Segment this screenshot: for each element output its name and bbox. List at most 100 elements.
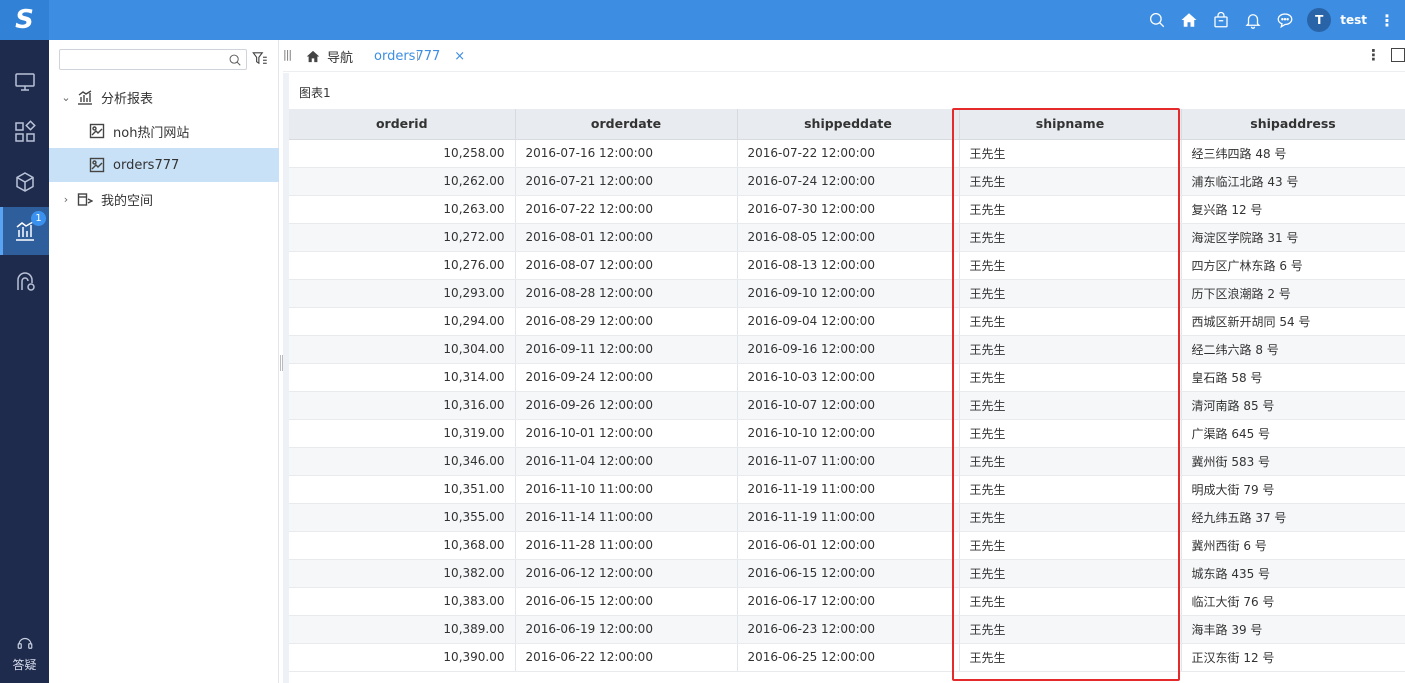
data-table: orderid orderdate shippeddate shipname s… bbox=[289, 109, 1405, 672]
tree-node-my-space[interactable]: › 我的空间 bbox=[49, 182, 279, 216]
chat-icon[interactable] bbox=[1269, 0, 1301, 40]
data-table-wrap: orderid orderdate shippeddate shipname s… bbox=[289, 109, 1405, 683]
tab-home[interactable]: 导航 bbox=[305, 40, 353, 72]
tree-node-orders777[interactable]: orders777 bbox=[49, 148, 279, 182]
table-cell-shipname: 王先生 bbox=[959, 559, 1182, 588]
chevron-down-icon[interactable]: ⌄ bbox=[59, 91, 73, 104]
tab-bar: ||| 导航 orders777 × ⋮ bbox=[283, 40, 1405, 72]
apps-icon[interactable] bbox=[0, 108, 49, 156]
tree-search-input[interactable] bbox=[64, 52, 224, 68]
table-cell-shipname: 王先生 bbox=[959, 447, 1182, 476]
menu-toggle-icon[interactable]: ||| bbox=[283, 48, 293, 64]
table-cell-shipaddress: 广渠路 645 号 bbox=[1181, 419, 1405, 448]
table-cell-shippeddate: 2016-09-16 12:00:00 bbox=[737, 335, 960, 364]
table-row[interactable]: 10,368.00 2016-11-28 11:00:00 2016-06-01 1… bbox=[289, 531, 1405, 560]
table-cell-shipname: 王先生 bbox=[959, 195, 1182, 224]
notification-badge: 1 bbox=[31, 211, 46, 226]
table-cell-orderdate: 2016-07-22 12:00:00 bbox=[515, 195, 738, 224]
table-cell-orderid: 10,355.00 bbox=[289, 503, 516, 532]
table-cell-shippeddate: 2016-08-13 12:00:00 bbox=[737, 251, 960, 280]
table-row[interactable]: 10,304.00 2016-09-11 12:00:00 2016-09-16 1… bbox=[289, 335, 1405, 364]
table-row[interactable]: 10,316.00 2016-09-26 12:00:00 2016-10-07 1… bbox=[289, 391, 1405, 420]
table-row[interactable]: 10,382.00 2016-06-12 12:00:00 2016-06-15 1… bbox=[289, 559, 1405, 588]
analysis-icon[interactable]: 1 bbox=[0, 207, 49, 255]
table-row[interactable]: 10,262.00 2016-07-21 12:00:00 2016-07-24 1… bbox=[289, 167, 1405, 196]
table-row[interactable]: 10,314.00 2016-09-24 12:00:00 2016-10-03 1… bbox=[289, 363, 1405, 392]
table-cell-orderid: 10,293.00 bbox=[289, 279, 516, 308]
search-icon[interactable] bbox=[228, 53, 242, 67]
column-header[interactable]: orderid bbox=[289, 109, 516, 140]
bag-icon[interactable] bbox=[1205, 0, 1237, 40]
resource-sidebar: ⌄ 分析报表 noh热门网站 orders777 › 我的空间 bbox=[49, 40, 279, 683]
tab-home-label: 导航 bbox=[327, 50, 354, 66]
search-icon[interactable] bbox=[1141, 0, 1173, 40]
tree-node-label: 我的空间 bbox=[101, 193, 154, 209]
more-vertical-icon[interactable]: ⋮ bbox=[1379, 0, 1395, 40]
table-cell-orderid: 10,262.00 bbox=[289, 167, 516, 196]
table-row[interactable]: 10,263.00 2016-07-22 12:00:00 2016-07-30 1… bbox=[289, 195, 1405, 224]
table-cell-shipname: 王先生 bbox=[959, 251, 1182, 280]
table-cell-orderid: 10,276.00 bbox=[289, 251, 516, 280]
table-row[interactable]: 10,272.00 2016-08-01 12:00:00 2016-08-05 1… bbox=[289, 223, 1405, 252]
column-header[interactable]: orderdate bbox=[515, 109, 738, 140]
app-logo[interactable]: S bbox=[0, 0, 49, 40]
table-cell-shippeddate: 2016-06-15 12:00:00 bbox=[737, 559, 960, 588]
table-row[interactable]: 10,346.00 2016-11-04 12:00:00 2016-11-07 1… bbox=[289, 447, 1405, 476]
table-row[interactable]: 10,319.00 2016-10-01 12:00:00 2016-10-10 1… bbox=[289, 419, 1405, 448]
username[interactable]: test bbox=[1340, 13, 1367, 27]
table-cell-shippeddate: 2016-06-17 12:00:00 bbox=[737, 587, 960, 616]
table-row[interactable]: 10,383.00 2016-06-15 12:00:00 2016-06-17 1… bbox=[289, 587, 1405, 616]
tree-node-label: orders777 bbox=[113, 157, 180, 173]
column-header[interactable]: shipaddress bbox=[1181, 109, 1405, 140]
table-cell-orderdate: 2016-08-07 12:00:00 bbox=[515, 251, 738, 280]
table-cell-shippeddate: 2016-11-19 11:00:00 bbox=[737, 475, 960, 504]
table-cell-shipname: 王先生 bbox=[959, 223, 1182, 252]
headset-icon bbox=[17, 637, 32, 649]
table-row[interactable]: 10,294.00 2016-08-29 12:00:00 2016-09-04 1… bbox=[289, 307, 1405, 336]
table-cell-orderid: 10,368.00 bbox=[289, 531, 516, 560]
table-row[interactable]: 10,258.00 2016-07-16 12:00:00 2016-07-22 1… bbox=[289, 139, 1405, 168]
table-cell-shippeddate: 2016-07-24 12:00:00 bbox=[737, 167, 960, 196]
table-cell-orderdate: 2016-06-12 12:00:00 bbox=[515, 559, 738, 588]
tab-orders777[interactable]: orders777 × bbox=[374, 40, 465, 72]
chevron-right-icon[interactable]: › bbox=[59, 193, 73, 206]
cube-icon[interactable] bbox=[0, 158, 49, 206]
help-button[interactable]: 答疑 bbox=[0, 630, 49, 680]
table-cell-orderid: 10,346.00 bbox=[289, 447, 516, 476]
tree-node-noh-sites[interactable]: noh热门网站 bbox=[49, 114, 279, 148]
table-cell-shipaddress: 四方区广林东路 6 号 bbox=[1181, 251, 1405, 280]
avatar[interactable]: T bbox=[1307, 8, 1332, 32]
table-cell-shipname: 王先生 bbox=[959, 587, 1182, 616]
table-row[interactable]: 10,389.00 2016-06-19 12:00:00 2016-06-23 1… bbox=[289, 615, 1405, 644]
more-vertical-icon[interactable]: ⋮ bbox=[1366, 46, 1381, 64]
table-cell-shipaddress: 历下区浪潮路 2 号 bbox=[1181, 279, 1405, 308]
tree-node-analysis-reports[interactable]: ⌄ 分析报表 bbox=[49, 80, 279, 114]
chart-folder-icon bbox=[77, 89, 93, 105]
filter-icon[interactable] bbox=[251, 49, 271, 71]
table-cell-shipname: 王先生 bbox=[959, 391, 1182, 420]
table-row[interactable]: 10,390.00 2016-06-22 12:00:00 2016-06-25 1… bbox=[289, 643, 1405, 672]
table-cell-orderid: 10,314.00 bbox=[289, 363, 516, 392]
table-body: 10,258.00 2016-07-16 12:00:00 2016-07-22 1… bbox=[289, 139, 1405, 672]
table-cell-orderdate: 2016-09-11 12:00:00 bbox=[515, 335, 738, 364]
left-rail: S 1 答疑 bbox=[0, 0, 49, 683]
table-row[interactable]: 10,276.00 2016-08-07 12:00:00 2016-08-13 1… bbox=[289, 251, 1405, 280]
monitor-icon[interactable] bbox=[0, 58, 49, 106]
table-cell-shipname: 王先生 bbox=[959, 615, 1182, 644]
table-row[interactable]: 10,355.00 2016-11-14 11:00:00 2016-11-19 1… bbox=[289, 503, 1405, 532]
data-flow-icon[interactable] bbox=[0, 258, 49, 306]
table-row[interactable]: 10,293.00 2016-08-28 12:00:00 2016-09-10 1… bbox=[289, 279, 1405, 308]
close-icon[interactable]: × bbox=[454, 49, 465, 64]
maximize-icon[interactable] bbox=[1391, 48, 1405, 62]
table-cell-orderid: 10,319.00 bbox=[289, 419, 516, 448]
table-cell-orderdate: 2016-06-19 12:00:00 bbox=[515, 615, 738, 644]
table-cell-orderdate: 2016-11-04 12:00:00 bbox=[515, 447, 738, 476]
table-row[interactable]: 10,351.00 2016-11-10 11:00:00 2016-11-19 1… bbox=[289, 475, 1405, 504]
bell-icon[interactable] bbox=[1237, 0, 1269, 40]
column-header[interactable]: shippeddate bbox=[737, 109, 960, 140]
table-cell-orderid: 10,316.00 bbox=[289, 391, 516, 420]
table-cell-orderid: 10,382.00 bbox=[289, 559, 516, 588]
home-icon[interactable] bbox=[1173, 0, 1205, 40]
column-header[interactable]: shipname bbox=[959, 109, 1182, 140]
table-cell-shipaddress: 明成大街 79 号 bbox=[1181, 475, 1405, 504]
